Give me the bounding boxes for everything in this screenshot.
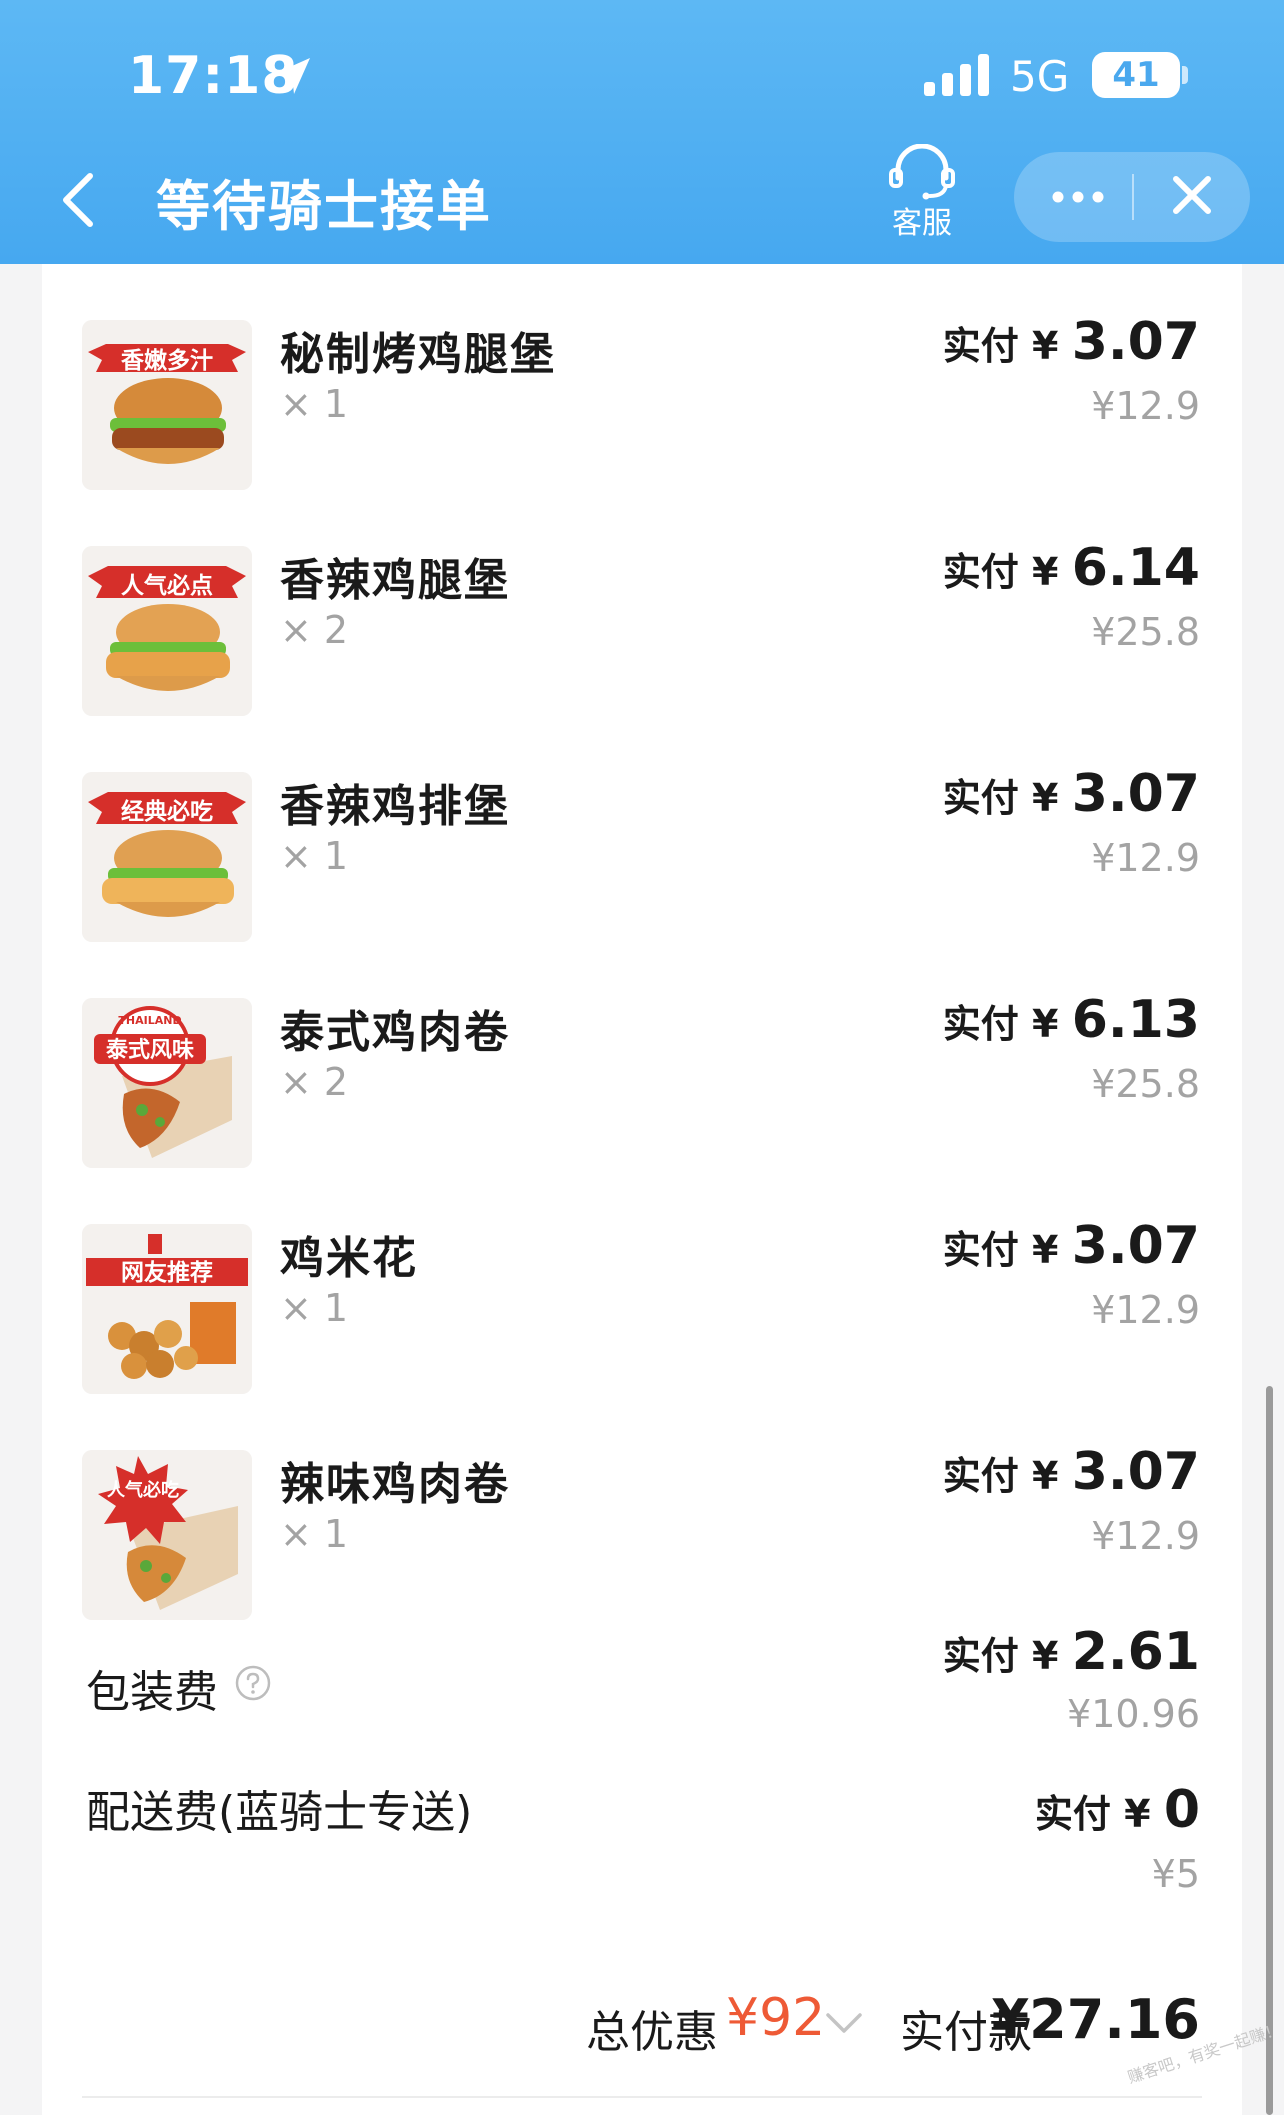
network-type: 5G: [1010, 52, 1070, 101]
thumbnail-badge-text: 经典必吃: [121, 798, 213, 825]
item-original-price: ¥12.9: [1091, 1288, 1200, 1332]
paid-label: 实付 ¥: [942, 776, 1072, 820]
burger-thumbnail: 人气必点: [82, 546, 252, 716]
delivery-original-price: ¥5: [1151, 1852, 1200, 1896]
popcorn-chicken-thumbnail: 网友推荐: [82, 1224, 252, 1394]
delivery-paid-price: 实付 ¥ 0: [1035, 1780, 1200, 1840]
page-title: 等待骑士接单: [156, 175, 492, 238]
item-original-price: ¥25.8: [1091, 610, 1200, 654]
order-total-row: 总优惠 ¥92 实付款 ¥27.16: [42, 1976, 1242, 2076]
paid-value: 2.61: [1071, 1622, 1200, 1682]
item-paid-price: 实付 ¥ 3.07: [943, 764, 1200, 824]
item-quantity: × 1: [280, 382, 349, 426]
order-item: THAILAND 泰式风味 泰式鸡肉卷 × 2 实付 ¥ 6.13 ¥25.8: [42, 942, 1242, 1168]
burger-thumbnail: 经典必吃: [82, 772, 252, 942]
headset-icon: [889, 143, 955, 200]
total-discount-value[interactable]: ¥92: [726, 1988, 825, 2048]
paid-label: 实付 ¥: [942, 1634, 1072, 1678]
item-paid-price: 实付 ¥ 6.13: [943, 990, 1200, 1050]
thumbnail-badge-text: 人气必点: [121, 572, 213, 599]
paid-value: 0: [1163, 1780, 1200, 1840]
order-item: 人气必点 香辣鸡腿堡 × 2 实付 ¥ 6.14 ¥25.8: [42, 490, 1242, 716]
item-paid-price: 实付 ¥ 3.07: [943, 1442, 1200, 1502]
paid-label: 实付 ¥: [942, 550, 1072, 594]
delivery-fee-label: 配送费(蓝骑士专送): [86, 1787, 473, 1838]
divider: [82, 2096, 1202, 2098]
item-quantity: × 1: [280, 834, 349, 878]
thumbnail-badge-text: 泰式风味: [105, 1038, 194, 1063]
thumbnail-badge-small-text: THAILAND: [118, 1014, 181, 1027]
paid-value: 3.07: [1071, 312, 1200, 372]
item-original-price: ¥12.9: [1091, 836, 1200, 880]
order-item: 人气必吃 辣味鸡肉卷 × 1 实付 ¥ 3.07 ¥12.9: [42, 1394, 1242, 1620]
thumbnail-badge-text: 网友推荐: [121, 1260, 213, 1286]
order-item: 网友推荐 鸡米花 × 1 实付 ¥ 3.07 ¥12.9: [42, 1168, 1242, 1394]
location-arrow-icon: [274, 58, 310, 94]
battery-icon: 41: [1092, 52, 1180, 98]
back-arrow-icon[interactable]: [50, 170, 110, 230]
signal-icon: [924, 54, 989, 96]
status-bar: 17:18 5G 41: [0, 0, 1284, 150]
item-quantity: × 2: [280, 1060, 349, 1104]
item-original-price: ¥12.9: [1091, 384, 1200, 428]
burger-thumbnail: 香嫩多汁: [82, 320, 252, 490]
delivery-fee-row: 配送费(蓝骑士专送) 实付 ¥ 0 ¥5: [42, 1780, 1242, 1954]
paid-label: 实付 ¥: [942, 1454, 1072, 1498]
paid-value: 3.07: [1071, 1442, 1200, 1502]
header: 17:18 5G 41 等待骑士接单 客服: [0, 0, 1284, 264]
item-paid-price: 实付 ¥ 3.07: [943, 1216, 1200, 1276]
item-paid-price: 实付 ¥ 6.14: [943, 538, 1200, 598]
close-icon[interactable]: [1134, 152, 1250, 242]
item-original-price: ¥25.8: [1091, 1062, 1200, 1106]
item-name: 辣味鸡肉卷: [280, 1459, 510, 1510]
paid-label: 实付 ¥: [942, 1228, 1072, 1272]
packaging-fee-label: 包装费: [86, 1667, 218, 1718]
item-name: 香辣鸡腿堡: [280, 555, 510, 606]
thumbnail-badge-text: 香嫩多汁: [121, 347, 213, 374]
more-dots-icon[interactable]: [1014, 152, 1132, 242]
item-name: 鸡米花: [280, 1233, 418, 1284]
paid-label: 实付 ¥: [942, 1002, 1072, 1046]
item-quantity: × 1: [280, 1512, 349, 1556]
order-item: 经典必吃 香辣鸡排堡 × 1 实付 ¥ 3.07 ¥12.9: [42, 716, 1242, 942]
chevron-down-icon[interactable]: [824, 2010, 864, 2036]
battery-tip: [1182, 66, 1188, 84]
order-item: 香嫩多汁 秘制烤鸡腿堡 × 1 实付 ¥ 3.07 ¥12.9: [42, 264, 1242, 490]
item-name: 秘制烤鸡腿堡: [280, 329, 556, 380]
paid-value: 6.13: [1071, 990, 1200, 1050]
order-items-card: 香嫩多汁 秘制烤鸡腿堡 × 1 实付 ¥ 3.07 ¥12.9 人气必点 香辣鸡…: [42, 264, 1242, 2115]
packaging-fee-row: 包装费 实付 ¥ 2.61 ¥10.96: [42, 1622, 1242, 1784]
help-icon[interactable]: [234, 1664, 272, 1702]
paid-label: 实付 ¥: [942, 324, 1072, 368]
scrollbar[interactable]: [1266, 1386, 1273, 2115]
total-discount-label[interactable]: 总优惠: [586, 1996, 718, 2060]
item-quantity: × 1: [280, 1286, 349, 1330]
wrap-thumbnail: THAILAND 泰式风味: [82, 998, 252, 1168]
item-name: 香辣鸡排堡: [280, 781, 510, 832]
packaging-original-price: ¥10.96: [1067, 1692, 1200, 1736]
packaging-paid-price: 实付 ¥ 2.61: [943, 1622, 1200, 1682]
wrap-thumbnail: 人气必吃: [82, 1450, 252, 1620]
thumbnail-badge-text: 人气必吃: [107, 1479, 179, 1501]
paid-value: 3.07: [1071, 1216, 1200, 1276]
customer-service-button[interactable]: 客服: [880, 143, 964, 244]
paid-label: 实付 ¥: [1034, 1792, 1164, 1836]
paid-value: 6.14: [1071, 538, 1200, 598]
item-original-price: ¥12.9: [1091, 1514, 1200, 1558]
item-paid-price: 实付 ¥ 3.07: [943, 312, 1200, 372]
paid-value: 3.07: [1071, 764, 1200, 824]
battery-level: 41: [1112, 55, 1160, 95]
item-name: 泰式鸡肉卷: [280, 1007, 510, 1058]
item-quantity: × 2: [280, 608, 349, 652]
customer-service-label: 客服: [892, 206, 952, 241]
final-payment-value: ¥27.16: [991, 1988, 1200, 2051]
mini-program-capsule: [1014, 152, 1250, 242]
nav-bar: 等待骑士接单 客服: [0, 143, 1284, 264]
